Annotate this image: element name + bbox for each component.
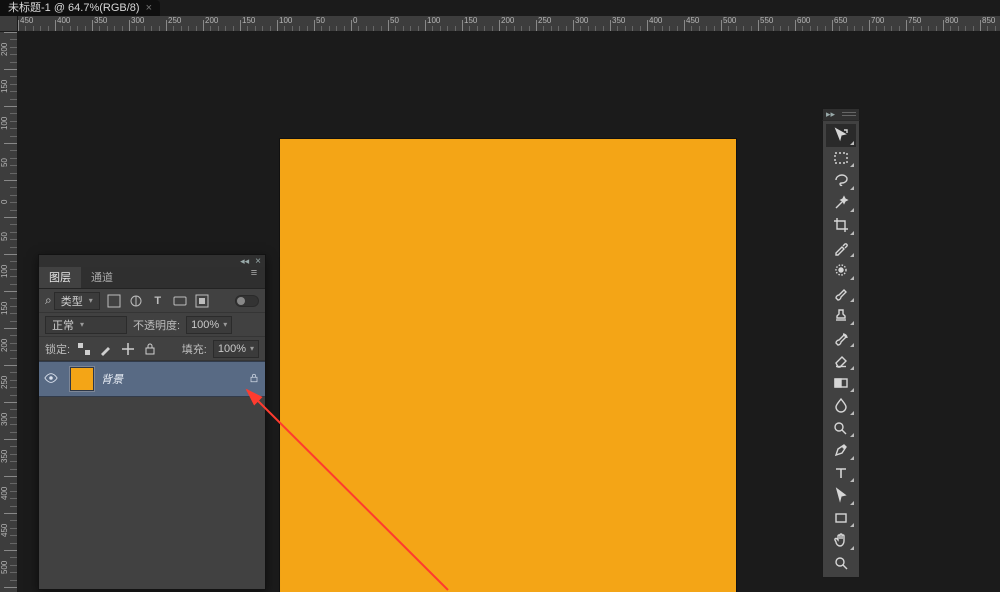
app-root: 未标题-1 @ 64.7%(RGB/8) × 45040035030025020… [0,0,1000,592]
submenu-indicator-icon [850,298,854,302]
submenu-indicator-icon [850,523,854,527]
submenu-indicator-icon [850,388,854,392]
tools-panel-header[interactable]: ▸▸ [822,108,860,120]
chevron-down-icon: ▾ [223,317,227,333]
submenu-indicator-icon [850,208,854,212]
filter-type-icon[interactable]: T [150,293,166,309]
fill-input[interactable]: 100% ▾ [213,340,259,358]
layer-filter-row: ⌕ 类型 ▾ T [39,289,265,313]
filter-kind-value: 类型 [61,293,83,309]
layer-list: 背景 [39,361,265,397]
grip-icon [842,112,856,118]
blend-mode-dropdown[interactable]: 正常 ▾ [45,316,127,334]
ruler-origin[interactable] [0,16,18,32]
collapse-panel-icon[interactable]: ◂◂ [240,256,249,267]
submenu-indicator-icon [850,478,854,482]
fill-value: 100% [218,341,246,357]
lock-icon[interactable] [243,372,265,387]
submenu-indicator-icon [850,253,854,257]
tool-zoom[interactable] [826,552,856,575]
layer-row[interactable]: 背景 [39,361,265,397]
search-icon: ⌕ [45,293,52,308]
submenu-indicator-icon [850,411,854,415]
filter-shape-icon[interactable] [172,293,188,309]
close-document-icon[interactable]: × [146,0,152,16]
filter-pixel-icon[interactable] [106,293,122,309]
lock-all-icon[interactable] [142,341,158,357]
lock-brush-icon[interactable] [98,341,114,357]
chevron-down-icon: ▾ [250,341,254,357]
artboard[interactable] [280,139,736,592]
submenu-indicator-icon [850,163,854,167]
panel-menu-icon[interactable]: ≡ [243,267,265,288]
visibility-icon[interactable] [39,371,63,388]
submenu-indicator-icon [850,546,854,550]
submenu-indicator-icon [850,433,854,437]
close-panel-icon[interactable]: × [255,256,261,267]
submenu-indicator-icon [850,276,854,280]
lock-pixels-icon[interactable] [76,341,92,357]
submenu-indicator-icon [850,366,854,370]
collapse-tools-icon[interactable]: ▸▸ [826,110,835,119]
document-tab[interactable]: 未标题-1 @ 64.7%(RGB/8) × [0,0,160,16]
lock-row: 锁定: 填充: 100% ▾ [39,337,265,361]
lock-position-icon[interactable] [120,341,136,357]
tools-panel [822,120,860,578]
layer-thumbnail[interactable] [69,366,95,392]
layer-name[interactable]: 背景 [101,371,243,387]
chevron-down-icon: ▾ [80,320,84,329]
submenu-indicator-icon [850,231,854,235]
tab-layers[interactable]: 图层 [39,267,81,288]
filter-adjust-icon[interactable] [128,293,144,309]
filter-toggle[interactable] [235,295,259,307]
submenu-indicator-icon [850,501,854,505]
chevron-down-icon: ▾ [89,296,93,305]
submenu-indicator-icon [850,321,854,325]
ruler-horizontal[interactable]: 4504003503002502001501005005010015020025… [18,16,1000,32]
lock-label: 锁定: [45,341,70,357]
layers-panel[interactable]: ◂◂ × 图层 通道 ≡ ⌕ 类型 ▾ T 正常 ▾ 不透明度 [38,254,266,590]
tab-channels[interactable]: 通道 [81,267,123,288]
submenu-indicator-icon [850,141,854,145]
fill-label: 填充: [182,341,207,357]
filter-smart-icon[interactable] [194,293,210,309]
ruler-vertical[interactable]: 2001501005005010015020025030035040045050… [0,32,18,592]
document-title: 未标题-1 @ 64.7%(RGB/8) [8,2,140,14]
layers-panel-titlebar[interactable]: ◂◂ × [39,255,265,267]
opacity-label: 不透明度: [133,317,180,333]
blend-mode-value: 正常 [52,317,74,333]
submenu-indicator-icon [850,343,854,347]
submenu-indicator-icon [850,186,854,190]
blend-row: 正常 ▾ 不透明度: 100% ▾ [39,313,265,337]
opacity-input[interactable]: 100% ▾ [186,316,232,334]
filter-kind-dropdown[interactable]: 类型 ▾ [54,292,100,310]
opacity-value: 100% [191,317,219,333]
submenu-indicator-icon [850,456,854,460]
layers-panel-tabs: 图层 通道 ≡ [39,267,265,289]
